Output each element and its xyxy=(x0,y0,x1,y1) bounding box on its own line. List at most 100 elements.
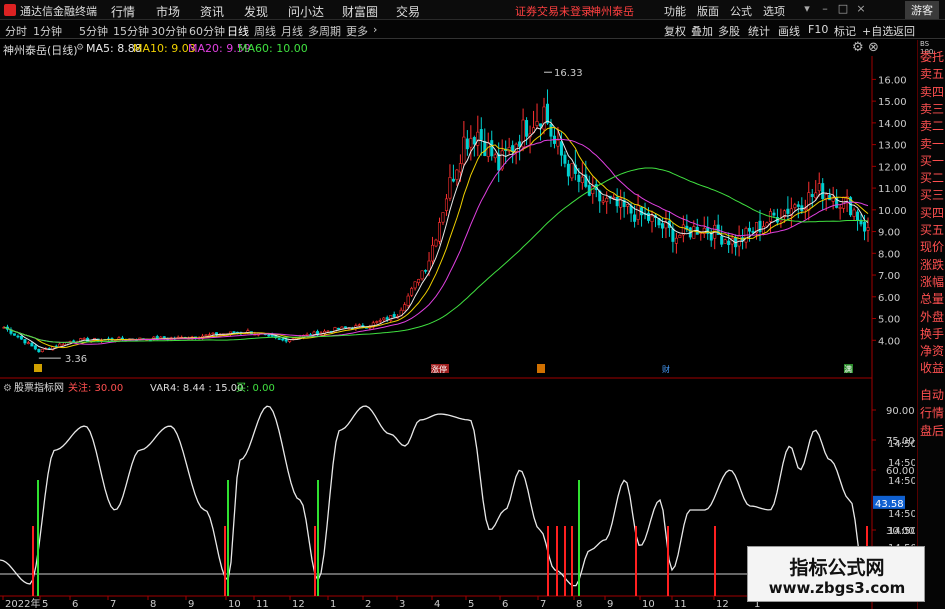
menu-news[interactable]: 资讯 xyxy=(200,3,224,20)
candle-body xyxy=(660,223,664,229)
sidebar-item[interactable]: 委托 xyxy=(920,48,944,65)
candle-body xyxy=(305,334,309,336)
menu-bar: 通达信金融终端 行情 市场 资讯 发现 问小达 财富圈 交易 证券交易未登录 神… xyxy=(0,0,945,20)
sidebar-after-close[interactable]: 盘后 xyxy=(920,422,944,439)
tab-daily[interactable]: 日线 xyxy=(227,23,249,39)
sidebar-item[interactable]: 卖一 xyxy=(920,135,944,152)
candle-body xyxy=(208,334,212,336)
menu-discover[interactable]: 发现 xyxy=(244,3,268,20)
kline-chart-area[interactable]: 16.0015.0014.0013.0012.0011.0010.009.008… xyxy=(0,56,915,609)
menu-trade[interactable]: 交易 xyxy=(396,3,420,20)
sidebar-item[interactable]: 卖二 xyxy=(920,117,944,134)
candle-body xyxy=(793,204,797,208)
indicator-follow-label: 关注: 30.00 xyxy=(68,381,123,394)
indicator-time-label: 14:50 xyxy=(888,526,915,537)
candle-body xyxy=(267,334,271,337)
candle-body xyxy=(493,154,497,159)
statistics-button[interactable]: 统计 xyxy=(748,23,770,39)
candle-body xyxy=(37,348,41,353)
price-tick-label: 8.00 xyxy=(878,249,900,260)
sidebar-item[interactable]: 涨跌 xyxy=(920,256,944,273)
menu-market[interactable]: 市场 xyxy=(156,3,180,20)
indicator-current-value: 43.58 xyxy=(875,499,904,510)
candle-body xyxy=(451,178,455,182)
sidebar-quote[interactable]: 行情 xyxy=(920,404,944,421)
tab-more[interactable]: 更多 xyxy=(346,23,368,39)
sidebar-item[interactable]: 收益 xyxy=(920,359,944,376)
candle-body xyxy=(469,138,473,148)
candle-body xyxy=(751,231,755,233)
menu-options[interactable]: 选项 xyxy=(763,3,785,19)
candle-body xyxy=(417,279,421,284)
sidebar-item[interactable]: 买二 xyxy=(920,169,944,186)
mark-button[interactable]: 标记 xyxy=(834,23,856,39)
menu-function[interactable]: 功能 xyxy=(664,3,686,19)
close-icon[interactable]: × xyxy=(854,2,868,16)
sidebar-item[interactable]: 净资 xyxy=(920,342,944,359)
candle-body xyxy=(814,192,818,199)
tab-intraday[interactable]: 分时 xyxy=(5,23,27,39)
restore-rights-button[interactable]: 复权 xyxy=(664,23,686,39)
chart-settings-icon[interactable]: ⚙ xyxy=(852,40,864,55)
date-tick-label: 5 xyxy=(42,599,48,609)
add-watchlist-button[interactable]: +自选 xyxy=(862,23,893,39)
sidebar-item[interactable]: 卖四 xyxy=(920,83,944,100)
multi-stock-button[interactable]: 多股 xyxy=(718,23,740,39)
candle-body xyxy=(382,317,386,321)
sidebar-item[interactable]: 买一 xyxy=(920,152,944,169)
sidebar-auto[interactable]: 自动 xyxy=(920,386,944,403)
tab-1min[interactable]: 1分钟 xyxy=(33,23,62,39)
sidebar-item[interactable]: 外盘 xyxy=(920,308,944,325)
sidebar-item[interactable]: 卖三 xyxy=(920,100,944,117)
candle-body xyxy=(420,270,424,280)
menu-formula[interactable]: 公式 xyxy=(730,3,752,19)
maximize-icon[interactable]: □ xyxy=(836,2,850,16)
sidebar-item[interactable]: 买三 xyxy=(920,186,944,203)
sidebar-item[interactable]: 买五 xyxy=(920,221,944,238)
price-tick-label: 9.00 xyxy=(878,228,900,239)
f10-button[interactable]: F10 xyxy=(808,23,828,36)
sidebar-item[interactable]: 买四 xyxy=(920,204,944,221)
menu-assistant[interactable]: 问小达 xyxy=(288,3,324,20)
candle-body xyxy=(72,340,76,343)
date-tick-label: 6 xyxy=(502,599,508,609)
sidebar-item[interactable]: 总量 xyxy=(920,290,944,307)
price-tick-label: 13.00 xyxy=(878,141,907,152)
chart-close-icon[interactable]: ⊗ xyxy=(868,40,879,55)
tab-60min[interactable]: 60分钟 xyxy=(189,23,225,39)
tab-monthly[interactable]: 月线 xyxy=(281,23,303,39)
candle-body xyxy=(605,197,609,202)
settings-gear-icon[interactable]: ⚙ xyxy=(76,43,84,53)
candle-body xyxy=(375,321,379,323)
sidebar-item[interactable]: 换手 xyxy=(920,325,944,342)
more-arrow-icon[interactable]: › xyxy=(373,23,377,36)
tab-multi-period[interactable]: 多周期 xyxy=(308,23,341,39)
dropdown-icon[interactable]: ▾ xyxy=(800,2,814,16)
tab-weekly[interactable]: 周线 xyxy=(254,23,276,39)
sidebar-item[interactable]: 现价 xyxy=(920,238,944,255)
trade-login-status[interactable]: 证券交易未登录 xyxy=(515,3,592,19)
draw-line-button[interactable]: 画线 xyxy=(778,23,800,39)
candle-body xyxy=(786,208,790,214)
menu-quotes[interactable]: 行情 xyxy=(111,3,135,20)
menu-layout[interactable]: 版面 xyxy=(697,3,719,19)
menu-wealth[interactable]: 财富圈 xyxy=(342,3,378,20)
guest-button[interactable]: 游客 xyxy=(905,1,939,19)
sidebar-item[interactable]: 涨幅 xyxy=(920,273,944,290)
candle-body xyxy=(761,226,765,234)
sidebar-item[interactable]: 卖五 xyxy=(920,65,944,82)
candle-body xyxy=(458,163,462,173)
tab-5min[interactable]: 5分钟 xyxy=(79,23,108,39)
candle-body xyxy=(727,240,731,246)
candle-body xyxy=(807,192,811,211)
candle-body xyxy=(626,203,630,207)
overlay-button[interactable]: 叠加 xyxy=(691,23,713,39)
price-tick-label: 15.00 xyxy=(878,97,907,108)
candle-body xyxy=(16,335,20,338)
tab-30min[interactable]: 30分钟 xyxy=(151,23,187,39)
back-button[interactable]: 返回 xyxy=(893,23,915,39)
tab-15min[interactable]: 15分钟 xyxy=(113,23,149,39)
price-tick-label: 12.00 xyxy=(878,162,907,173)
minimize-icon[interactable]: – xyxy=(818,2,832,16)
indicator-var4-label: VAR4: 8.44 : 15.00 xyxy=(150,383,244,394)
